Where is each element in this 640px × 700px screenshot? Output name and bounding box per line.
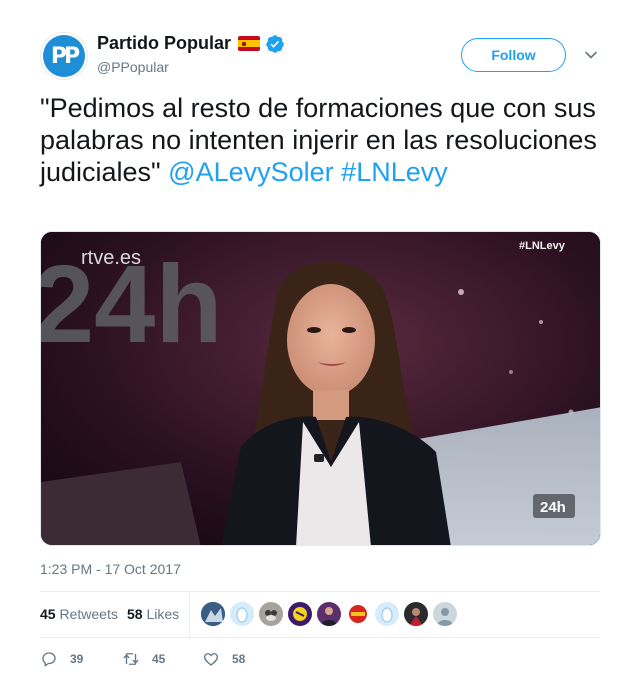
liker-avatars xyxy=(201,602,462,626)
liker-avatar[interactable] xyxy=(404,602,428,626)
tweet-timestamp[interactable]: 1:23 PM - 17 Oct 2017 xyxy=(40,561,181,577)
heart-icon xyxy=(203,653,219,666)
retweet-button[interactable]: 45 xyxy=(122,650,165,668)
liker-avatar[interactable] xyxy=(346,602,370,626)
liker-avatar[interactable] xyxy=(201,602,225,626)
tweet-text: "Pedimos al resto de formaciones que con… xyxy=(40,92,610,188)
hashtag-overlay: #LNLevy xyxy=(519,240,566,252)
liker-avatar[interactable] xyxy=(375,602,399,626)
spain-flag-icon xyxy=(238,36,261,51)
liker-avatar[interactable] xyxy=(317,602,341,626)
chevron-down-icon[interactable] xyxy=(584,48,598,62)
like-button[interactable]: 58 xyxy=(202,650,245,668)
divider xyxy=(40,637,600,638)
follow-button[interactable]: Follow xyxy=(461,38,566,72)
like-count: 58 xyxy=(232,652,246,666)
liker-avatar[interactable] xyxy=(259,602,283,626)
retweets-count: 45 xyxy=(40,606,56,622)
liker-avatar[interactable] xyxy=(433,602,457,626)
tweet-media-image[interactable]: 24h rtve.es #LNLevy 24h xyxy=(40,231,601,546)
mention-link[interactable]: @ALevySoler xyxy=(168,157,333,187)
video-still-image: 24h rtve.es #LNLevy 24h xyxy=(41,232,600,545)
corner-24h-badge: 24h xyxy=(540,499,566,516)
rtve-logo: rtve.es xyxy=(81,247,141,269)
liker-avatar[interactable] xyxy=(288,602,312,626)
reply-icon xyxy=(42,652,56,667)
likes-stat[interactable]: 58 Likes xyxy=(127,606,179,622)
retweets-stat[interactable]: 45 Retweets xyxy=(40,606,118,622)
likes-count: 58 xyxy=(127,606,143,622)
account-avatar[interactable]: PP xyxy=(40,32,88,80)
avatar-logo: PP xyxy=(43,35,85,77)
reply-button[interactable]: 39 xyxy=(40,650,83,668)
tweet-card: PP Partido Popular @PPopular Follow "Ped… xyxy=(0,0,640,700)
verified-badge-icon xyxy=(266,34,284,53)
likes-label: Likes xyxy=(146,606,180,622)
stats-divider xyxy=(189,591,190,637)
stats-row: 45 Retweets 58 Likes xyxy=(40,591,600,637)
reply-count: 39 xyxy=(70,652,84,666)
name-row: Partido Popular xyxy=(97,33,285,54)
liker-avatar[interactable] xyxy=(230,602,254,626)
action-bar: 39 45 58 xyxy=(40,650,600,674)
account-handle[interactable]: @PPopular xyxy=(97,59,169,75)
hashtag-link[interactable]: #LNLevy xyxy=(341,157,448,187)
retweet-icon xyxy=(123,653,139,665)
display-name[interactable]: Partido Popular xyxy=(97,33,231,54)
retweet-count: 45 xyxy=(152,652,166,666)
retweets-label: Retweets xyxy=(59,606,118,622)
